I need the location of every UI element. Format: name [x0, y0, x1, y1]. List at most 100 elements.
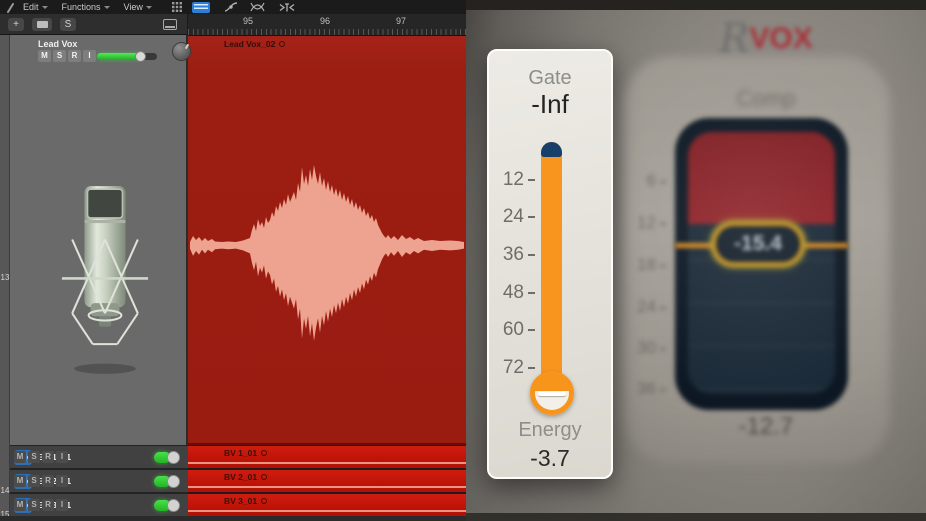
pan-knob[interactable] [172, 42, 191, 61]
menu-view[interactable]: View [124, 2, 152, 12]
comp-scale-value: 30 [637, 338, 656, 357]
track-header-bv2[interactable]: M S R I BV 2_01 [10, 470, 188, 492]
gate-slider-cap [541, 142, 562, 157]
solo-button[interactable]: S [28, 499, 40, 511]
comp-scale-value: 24 [637, 297, 656, 316]
track-on-toggle[interactable] [154, 476, 180, 487]
display-icon[interactable] [163, 19, 177, 30]
chevron-down-icon [42, 6, 48, 9]
menu-functions-label: Functions [62, 2, 101, 12]
solo-button[interactable]: S [28, 475, 40, 487]
tick-mark [660, 181, 666, 183]
input-button[interactable]: I [56, 475, 68, 487]
loop-indicator-icon [279, 41, 285, 47]
menu-edit-label: Edit [23, 2, 39, 12]
solo-button[interactable]: S [53, 50, 66, 62]
audio-region-lead-vox[interactable]: Lead Vox_02 [188, 36, 466, 445]
track-header-config-glyph [37, 21, 48, 28]
gate-scale-value: 60 [503, 319, 524, 340]
gate-scale-label: 12 [491, 169, 535, 189]
tick-mark [660, 265, 666, 267]
menu-functions[interactable]: Functions [62, 2, 110, 12]
tick-mark [660, 348, 666, 350]
input-button[interactable]: I [83, 50, 96, 62]
chevron-down-icon [146, 6, 152, 9]
mute-button[interactable]: M [14, 451, 26, 463]
waveform-line [188, 510, 466, 512]
track-on-toggle[interactable] [154, 452, 180, 463]
track-toolbar: + S [0, 14, 188, 35]
record-button[interactable]: R [68, 50, 81, 62]
track-header-config-icon[interactable] [32, 18, 52, 31]
track-on-toggle[interactable] [154, 500, 180, 511]
gate-scale-label: 36 [491, 244, 535, 264]
gate-scale-label: 48 [491, 282, 535, 302]
loop-indicator-icon [261, 474, 267, 480]
loop-indicator-icon [261, 450, 267, 456]
gate-value: -Inf [489, 89, 611, 120]
tracks-view-active-button[interactable] [192, 2, 210, 13]
record-button[interactable]: R [42, 475, 54, 487]
track-header-lead-vox[interactable]: Lead Vox M S R I [10, 35, 188, 445]
gate-slider-knob[interactable] [530, 371, 574, 415]
gate-panel: Gate -Inf 12 24 36 48 60 72 Energy -3.7 [487, 49, 613, 479]
audio-region-bv3[interactable]: BV 3_01 [188, 494, 466, 516]
mute-button[interactable]: M [14, 475, 26, 487]
comp-scale-value: 6 [647, 171, 656, 190]
region-name: BV 2_01 [224, 472, 257, 482]
crossfade-icon[interactable] [250, 0, 265, 14]
gate-slider-track[interactable] [541, 142, 562, 392]
rvox-logo: RVOX [691, 16, 841, 62]
menu-view-label: View [124, 2, 143, 12]
timeline-ruler[interactable]: 95 96 97 [188, 14, 466, 36]
grid-view-icon[interactable] [172, 0, 182, 14]
comp-meter-reduction-fill [688, 132, 835, 224]
region-label: BV 3_01 [224, 496, 267, 506]
solo-button[interactable]: S [60, 18, 76, 31]
gate-scale-label: 72 [491, 357, 535, 377]
automation-icon[interactable] [224, 0, 238, 14]
daw-bottom-strip [0, 516, 466, 521]
energy-value: -3.7 [489, 445, 611, 472]
track-header-bv3[interactable]: M S R I BV 3_01 [10, 494, 188, 516]
record-button[interactable]: R [42, 451, 54, 463]
ruler-mark: 96 [320, 16, 330, 26]
tick-mark [528, 329, 535, 332]
photo-bottom-strip [466, 513, 926, 521]
mute-button[interactable]: M [38, 50, 51, 62]
tool-icon[interactable] [6, 0, 15, 14]
microphone-image [50, 180, 160, 380]
region-label: BV 2_01 [224, 472, 267, 482]
toggle-knob[interactable] [167, 451, 180, 464]
input-button[interactable]: I [56, 499, 68, 511]
volume-slider[interactable] [97, 53, 157, 60]
tracks-view-lines [194, 4, 208, 11]
solo-button[interactable]: S [28, 451, 40, 463]
input-button[interactable]: I [56, 451, 68, 463]
toggle-knob[interactable] [167, 499, 180, 512]
gate-scale-label: 60 [491, 319, 535, 339]
volume-slider-handle[interactable] [135, 51, 146, 62]
tick-mark [660, 389, 666, 391]
region-name: BV 3_01 [224, 496, 257, 506]
add-track-button[interactable]: + [8, 18, 24, 31]
energy-label: Energy [489, 419, 611, 442]
filter-icon[interactable] [279, 0, 295, 14]
toggle-knob[interactable] [167, 475, 180, 488]
tick-mark [528, 367, 535, 370]
track-state-buttons: M S R I [14, 451, 68, 463]
record-button[interactable]: R [42, 499, 54, 511]
track-number: 14 [0, 486, 10, 495]
tracks-view-icon[interactable] [192, 0, 210, 14]
audio-region-bv1[interactable]: BV 1_01 [188, 446, 466, 468]
track-header-bv1[interactable]: M S R I BV 1_01 [10, 446, 188, 468]
gate-scale-value: 24 [503, 206, 524, 227]
mute-button[interactable]: M [14, 499, 26, 511]
menu-edit[interactable]: Edit [23, 2, 48, 12]
app-window: Edit Functions View [0, 0, 926, 521]
ruler-mark: 97 [396, 16, 406, 26]
gate-scale-value: 12 [503, 169, 524, 190]
region-name: BV 1_01 [224, 448, 257, 458]
menubar: Edit Functions View [0, 0, 466, 14]
audio-region-bv2[interactable]: BV 2_01 [188, 470, 466, 492]
